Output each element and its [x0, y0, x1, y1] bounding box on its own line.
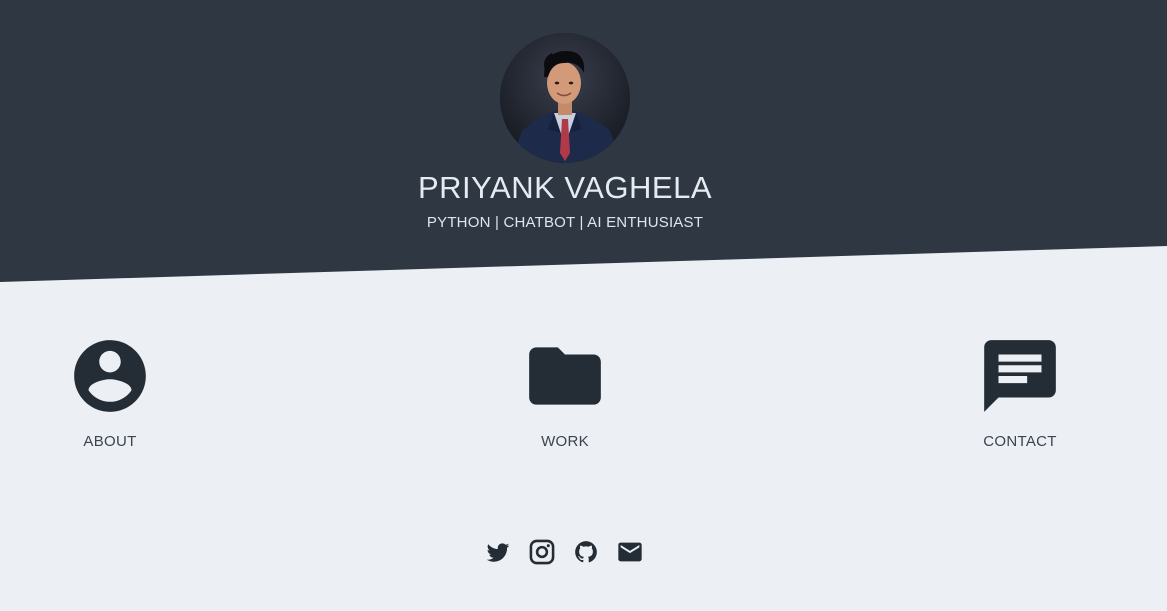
folder-icon	[522, 333, 608, 419]
nav-about[interactable]: ABOUT	[40, 333, 180, 450]
mail-icon	[616, 538, 644, 571]
mail-link[interactable]	[616, 540, 644, 568]
nav-contact[interactable]: CONTACT	[950, 333, 1090, 450]
github-link[interactable]	[572, 540, 600, 568]
page: PRIYANK VAGHELA PYTHON | CHATBOT | AI EN…	[0, 0, 1167, 611]
nav-about-label: ABOUT	[83, 433, 137, 450]
nav-contact-label: CONTACT	[983, 433, 1057, 450]
profile-name: PRIYANK VAGHELA	[417, 170, 713, 205]
hero-name-wrap: PRIYANK VAGHELA	[0, 170, 1130, 206]
nav-work-label: WORK	[541, 433, 589, 450]
account-circle-icon	[67, 333, 153, 419]
twitter-link[interactable]	[484, 540, 512, 568]
github-icon	[573, 539, 599, 570]
nav-work[interactable]: WORK	[495, 333, 635, 450]
profile-photo	[500, 33, 630, 163]
instagram-icon	[528, 538, 556, 571]
profile-tagline: PYTHON | CHATBOT | AI ENTHUSIAST	[426, 214, 704, 231]
social-links	[484, 538, 644, 571]
instagram-link[interactable]	[528, 538, 556, 571]
twitter-icon	[485, 539, 511, 570]
message-icon	[977, 333, 1063, 419]
